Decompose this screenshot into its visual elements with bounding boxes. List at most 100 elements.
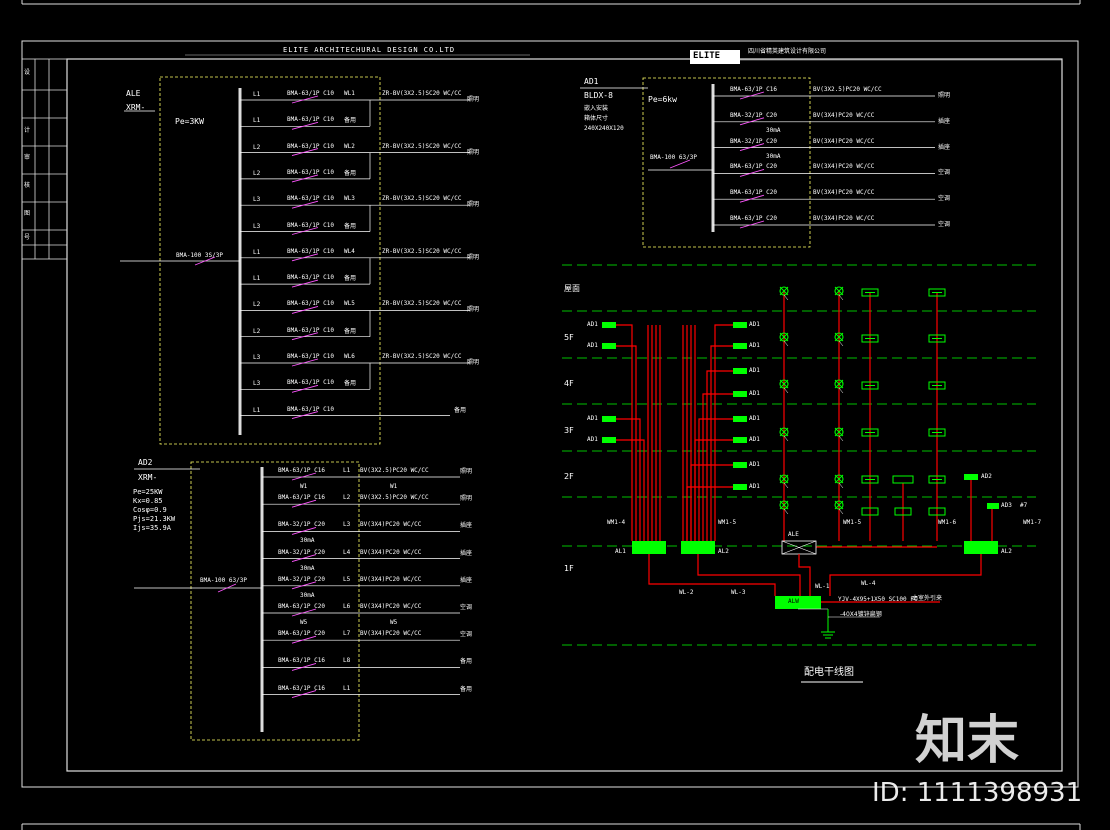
ad2-circuit-breaker: BMA-63/1P C20: [278, 630, 325, 638]
ale-circuit-phase: L1: [253, 406, 261, 414]
feeder-wm2: WM1-5: [718, 519, 737, 526]
ale-circuit-load: 照明: [467, 201, 480, 209]
al1-label: AL1: [615, 548, 626, 555]
ad1-floor-box: [733, 462, 747, 468]
ad1-name: AD1: [584, 77, 599, 86]
ale-circuit-breaker: BMA-63/1P C10: [287, 168, 334, 176]
ad2-circuit-cable: BV(3X4)PC20 WC/CC: [360, 521, 422, 529]
ad2-breaker-symbol: [291, 635, 317, 644]
ad1-breaker-symbol: [739, 143, 765, 152]
panel-ale: [120, 76, 470, 445]
ad1-breaker-symbol: [739, 220, 765, 229]
ad2-circuit-note2: W1: [390, 483, 398, 490]
ad2-param-1: Pe=25KW: [133, 488, 163, 496]
ad2-circuit-load: 照明: [460, 468, 473, 475]
ad2-breaker-symbol: [291, 499, 317, 508]
ad2-breaker-symbol: [291, 690, 317, 699]
ad1-circuit-load: 照明: [938, 92, 951, 99]
ale-breaker-symbol: [291, 174, 319, 183]
ad1-floor-label: AD1: [749, 390, 760, 397]
ad1-breaker-symbol: [739, 168, 765, 177]
ad1-breaker-symbol: [739, 91, 765, 100]
ale-circuit-breaker: BMA-63/1P C10: [287, 379, 334, 387]
ale-pe: Pe=3KW: [175, 117, 204, 126]
al2-label: AL2: [718, 548, 729, 555]
ad1-circuit-breaker: BMA-63/1P C16: [730, 86, 777, 93]
title-mark-6: 号: [24, 234, 31, 241]
ad2-circuit-cable: BV(3X4)PC20 WC/CC: [360, 603, 422, 610]
ale-circuit-cable: ZR-BV(3X2.5)SC20 WC/CC: [382, 142, 462, 150]
ad1-info-1: 嵌入安装: [584, 105, 609, 112]
ad2-circuit-phase: L5: [343, 575, 351, 583]
ad2-circuit-note2: W5: [390, 619, 398, 626]
ad2-circuit-phase: L8: [343, 657, 351, 665]
ale-circuit-load: 照明: [467, 253, 480, 261]
ad1-breaker-symbol: [739, 194, 765, 203]
ale-circuit-phase: L2: [253, 169, 261, 177]
ad2-circuit-note: 30mA: [300, 591, 315, 599]
ad2-name: AD2: [138, 458, 153, 467]
ad1-circuit-load: 插座: [938, 143, 951, 151]
company-cn-header: 四川省精英建筑设计有限公司: [748, 48, 827, 55]
ale-circuit-breaker: BMA-63/1P C10: [287, 274, 334, 282]
ale-circuit-breaker: BMA-63/1P C10: [287, 142, 334, 150]
floor-label: 屋面: [564, 284, 580, 293]
ad2-small-box: [964, 474, 978, 480]
ad1-floor-box: [602, 322, 616, 328]
feeder-wl2: WL-2: [679, 589, 694, 596]
ad1-floor-box: [733, 484, 747, 490]
ale-circuit-phase: L1: [253, 248, 261, 256]
ad1-floor-label: AD1: [749, 367, 760, 374]
ad1-floor-box: [733, 368, 747, 374]
ale-circuit-breaker: BMA-63/1P C10: [287, 116, 334, 124]
ad1-circuit-breaker: BMA-32/1P C20: [730, 137, 777, 145]
riser-title: 配电干线图: [804, 667, 854, 678]
ad2-circuit-phase: L3: [343, 521, 351, 529]
ale-circuit-phase: L2: [253, 143, 261, 151]
ad2-circuit-load: 插座: [460, 522, 473, 530]
ad1-floor-box: [602, 343, 616, 349]
ale-breaker-symbol: [291, 200, 319, 209]
feeder-wl4: WL-4: [861, 580, 876, 587]
ad1-floor-label: AD1: [749, 321, 760, 328]
feeder-wm-mid: WM1-5: [843, 519, 862, 526]
ale-circuit-phase: L3: [253, 380, 261, 388]
title-mark-5: 图: [24, 210, 31, 217]
ale-circuit-breaker: BMA-63/1P C10: [287, 405, 334, 413]
ad2-breaker-symbol: [291, 472, 317, 481]
ad2-circuit-load: 备用: [460, 658, 473, 666]
ale-breaker-symbol: [291, 358, 319, 367]
ad2-param-4: Pjs=21.3KW: [133, 515, 176, 523]
ale-incoming: BMA-100 3S/3P: [176, 252, 223, 259]
title-mark-2: 计: [24, 127, 31, 134]
ad2-circuit-breaker: BMA-63/1P C16: [278, 494, 325, 502]
ale-circuit-code: WL5: [344, 300, 355, 308]
ad1-floor-label: AD1: [587, 342, 598, 349]
floor-label: 2F: [564, 472, 574, 481]
ad2-circuit-note: W5: [300, 619, 308, 626]
ale-circuit-phase: L1: [253, 91, 261, 98]
ale-circuit-breaker: BMA-63/1P C10: [287, 90, 334, 97]
ale-circuit-load: 备用: [344, 169, 357, 177]
ale-circuit-phase: L2: [253, 327, 261, 335]
ad2-model: XRM-: [138, 473, 158, 482]
ground-note: -40X4镀锌扁钢: [840, 611, 882, 618]
ale-breaker-symbol: [291, 227, 319, 235]
ale-circuit-breaker: BMA-63/1P C10: [287, 195, 334, 203]
feeder-wm1: WM1-4: [607, 519, 626, 526]
alw-label: ALW: [788, 598, 799, 605]
ale-circuit-breaker: BMA-63/1P C10: [287, 353, 334, 360]
ale-circuit-phase: L3: [253, 196, 261, 204]
ad2-circuit-phase: L6: [343, 603, 351, 610]
ale-circuit-load: 照明: [467, 359, 480, 366]
ale-circuit-cable: ZR-BV(3X2.5)SC20 WC/CC: [382, 353, 462, 360]
ale-circuit-cable: ZR-BV(3X2.5)SC20 WC/CC: [382, 195, 462, 203]
ale-circuit-code: WL3: [344, 195, 355, 203]
ad2-param-3: Cosφ=0.9: [133, 506, 167, 514]
company-en-header: ELITE ARCHITECHURAL DESIGN CO.LTD: [283, 46, 456, 54]
title-mark-1: 设: [24, 69, 31, 76]
ad1-floor-label: AD1: [749, 483, 760, 490]
ale-circuit-breaker: BMA-63/1P C10: [287, 300, 334, 308]
ad1-pe: Pe=6kw: [648, 95, 677, 104]
ale-circuit-phase: L2: [253, 301, 261, 309]
